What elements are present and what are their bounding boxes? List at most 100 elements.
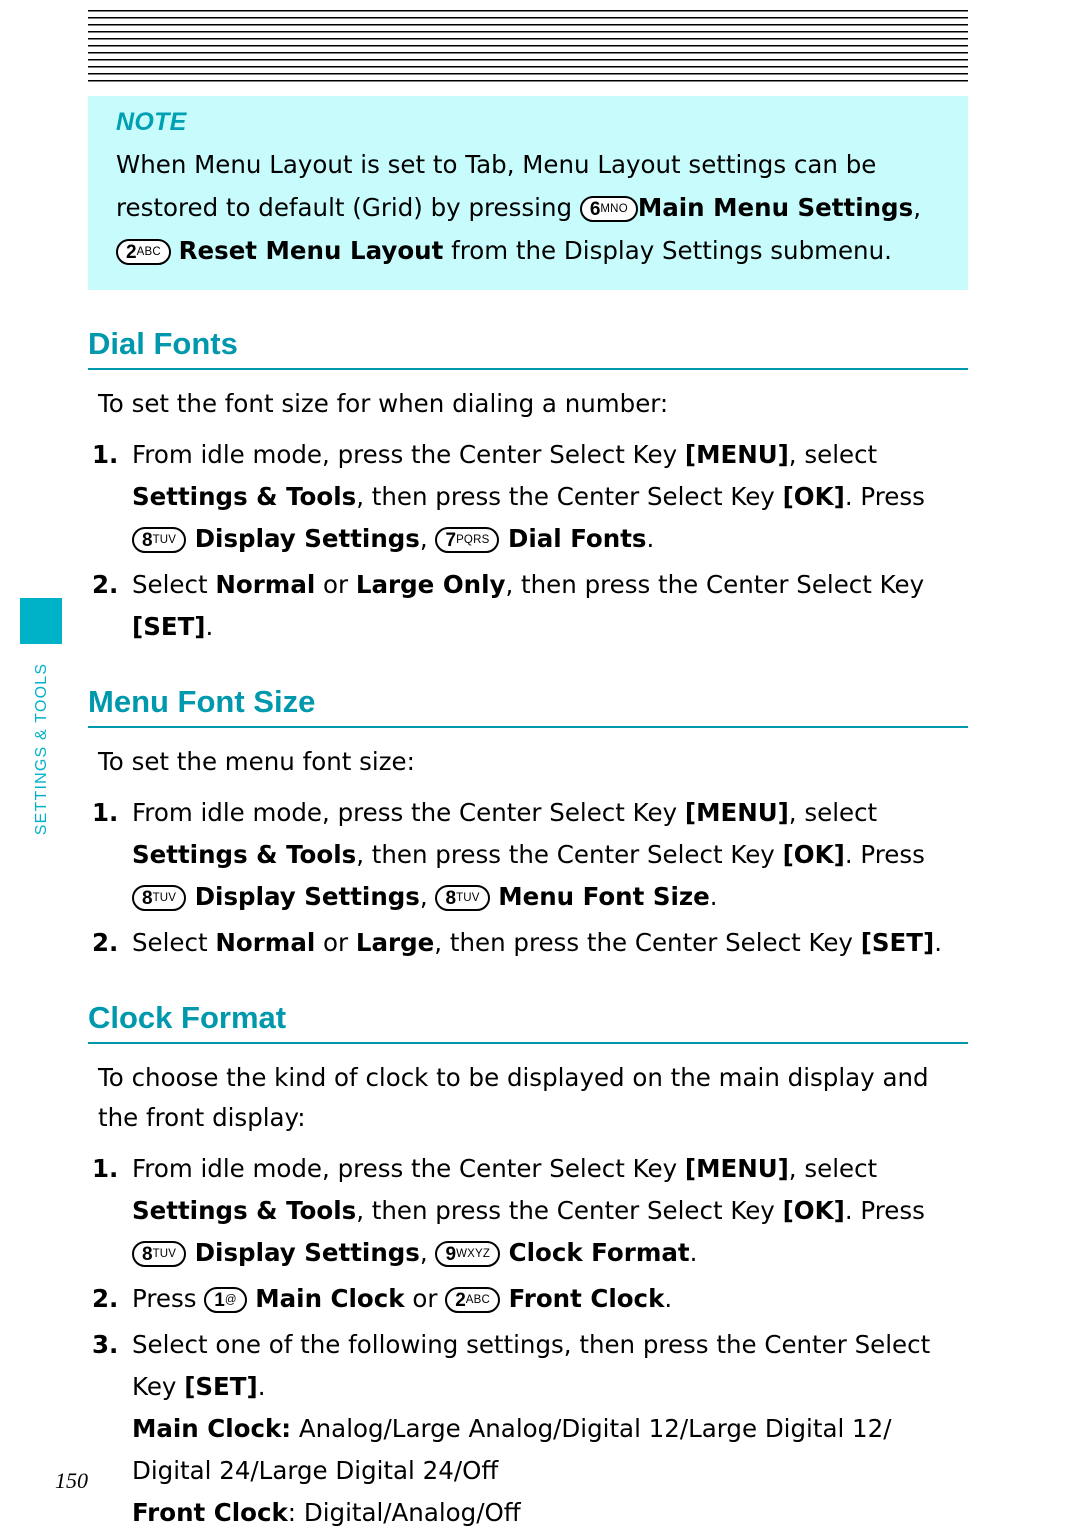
step-text-bold: Main Clock — [246, 1284, 405, 1313]
phone-key-8: 8TUV — [132, 885, 187, 911]
step-text: , select — [788, 798, 878, 827]
step-text-bold: Normal — [215, 928, 316, 957]
step-text-bold: Dial Fonts — [499, 524, 647, 553]
step-item: 2. Select Normal or Large Only, then pres… — [88, 564, 968, 648]
step-number: 2. — [92, 570, 119, 599]
step-text: or — [315, 570, 356, 599]
step-text: From idle mode, press the Center Select … — [132, 440, 685, 469]
phone-key-8: 8TUV — [132, 1241, 187, 1267]
step-text: . Press — [844, 840, 925, 869]
step-text: Press — [132, 1284, 205, 1313]
step-text-bold: [SET] — [184, 1372, 258, 1401]
step-item: 3. Select one of the following settings, … — [88, 1324, 968, 1534]
step-item: 1. From idle mode, press the Center Selec… — [88, 1148, 968, 1274]
note-line-2-text: restored to default (Grid) by pressing — [116, 193, 580, 222]
step-number: 1. — [92, 798, 119, 827]
step-number: 2. — [92, 928, 119, 957]
step-text: , select — [788, 440, 878, 469]
step-text-bold: Menu Font Size — [489, 882, 710, 911]
step-text-bold: Display Settings — [186, 1238, 420, 1267]
phone-key-1: 1@ — [204, 1287, 247, 1313]
page-number: 150 — [55, 1468, 88, 1493]
step-list: 1. From idle mode, press the Center Selec… — [88, 1148, 968, 1534]
step-text: Select — [132, 570, 216, 599]
sections-container: Dial Fonts To set the font size for when … — [88, 326, 968, 1534]
step-text: , — [419, 882, 436, 911]
note-title: NOTE — [116, 108, 187, 136]
step-text: , select — [788, 1154, 878, 1183]
step-text-bold: Settings & Tools — [132, 1196, 357, 1225]
step-item: 1. From idle mode, press the Center Selec… — [88, 434, 968, 560]
section-heading: Menu Font Size — [88, 684, 968, 728]
note-bold-main-menu-settings: Main Menu Settings — [637, 193, 914, 222]
note-callout: NOTE When Menu Layout is set to Tab, Men… — [88, 96, 968, 290]
step-text: . Press — [844, 1196, 925, 1225]
step-text: From idle mode, press the Center Select … — [132, 798, 685, 827]
step-item: 2. Select Normal or Large, then press the… — [88, 922, 968, 964]
step-text-bold: [OK] — [782, 1196, 845, 1225]
step-list: 1. From idle mode, press the Center Selec… — [88, 434, 968, 648]
step-text: . — [934, 928, 942, 957]
step-text-bold: [OK] — [782, 840, 845, 869]
section-intro: To set the menu font size: — [98, 747, 415, 776]
step-number: 1. — [92, 1154, 119, 1183]
phone-key-9: 9WXYZ — [435, 1241, 501, 1267]
step-text: , then press the Center Select Key — [356, 840, 783, 869]
step-text-bold: [MENU] — [684, 798, 789, 827]
step-list: 1. From idle mode, press the Center Selec… — [88, 792, 968, 964]
step-text: , — [419, 1238, 436, 1267]
step-text: , then press the Center Select Key — [356, 482, 783, 511]
step-text-bold: Front Clock — [132, 1498, 288, 1527]
section-heading: Clock Format — [88, 1000, 968, 1044]
step-text-bold: Front Clock — [500, 1284, 665, 1313]
phone-key-8: 8TUV — [435, 885, 490, 911]
step-text-bold: Display Settings — [186, 524, 420, 553]
step-text: or — [404, 1284, 446, 1313]
step-item: 1. From idle mode, press the Center Selec… — [88, 792, 968, 918]
step-text: , then press the Center Select Key — [434, 928, 861, 957]
note-line-1: When Menu Layout is set to Tab, Menu Lay… — [116, 150, 877, 179]
phone-key-6: 6MNO — [579, 196, 638, 222]
step-text: Select — [132, 928, 216, 957]
step-text: . — [205, 612, 214, 641]
decorative-stripe-band — [88, 10, 968, 82]
side-tab-marker — [20, 598, 62, 644]
step-text-bold: [MENU] — [684, 1154, 789, 1183]
step-text: . — [709, 882, 718, 911]
section-heading: Dial Fonts — [88, 326, 968, 370]
step-text-bold: Settings & Tools — [132, 482, 357, 511]
note-line-3-tail: from the Display Settings submenu. — [443, 236, 892, 265]
step-text-bold: Main Clock: — [132, 1414, 292, 1443]
step-text-bold: Normal — [215, 570, 316, 599]
step-text-bold: Settings & Tools — [132, 840, 357, 869]
step-text-bold: Large — [355, 928, 435, 957]
step-number: 3. — [92, 1330, 119, 1359]
side-tab-label: SETTINGS & TOOLS — [33, 662, 50, 836]
step-text: , then press the Center Select Key — [505, 570, 925, 599]
step-text-bold: [MENU] — [684, 440, 789, 469]
step-number: 2. — [92, 1284, 119, 1313]
note-bold-reset-menu-layout: Reset Menu Layout — [178, 236, 444, 265]
step-text-bold: [SET] — [132, 612, 206, 641]
phone-key-2: 2ABC — [116, 239, 171, 265]
note-line-2-comma: , — [913, 193, 921, 222]
step-text-bold: Clock Format — [500, 1238, 690, 1267]
step-text: From idle mode, press the Center Select … — [132, 1154, 685, 1183]
step-text-bold: [OK] — [782, 482, 845, 511]
step-text: . — [689, 1238, 698, 1267]
phone-key-2: 2ABC — [445, 1287, 501, 1313]
step-number: 1. — [92, 440, 119, 469]
step-text-bold: Large Only — [355, 570, 506, 599]
phone-key-7: 7PQRS — [435, 527, 500, 553]
step-text-bold: Display Settings — [186, 882, 420, 911]
step-text: : Digital/Analog/Off — [287, 1498, 521, 1527]
page-content: NOTE When Menu Layout is set to Tab, Men… — [88, 96, 968, 1534]
step-text: . — [257, 1372, 266, 1401]
section-intro: To set the font size for when dialing a … — [98, 389, 669, 418]
step-text: or — [315, 928, 356, 957]
step-text: . Press — [844, 482, 925, 511]
section-intro: To choose the kind of clock to be displa… — [98, 1063, 929, 1132]
note-body: When Menu Layout is set to Tab, Menu Lay… — [116, 143, 940, 272]
phone-key-8: 8TUV — [132, 527, 187, 553]
step-text: , — [419, 524, 436, 553]
